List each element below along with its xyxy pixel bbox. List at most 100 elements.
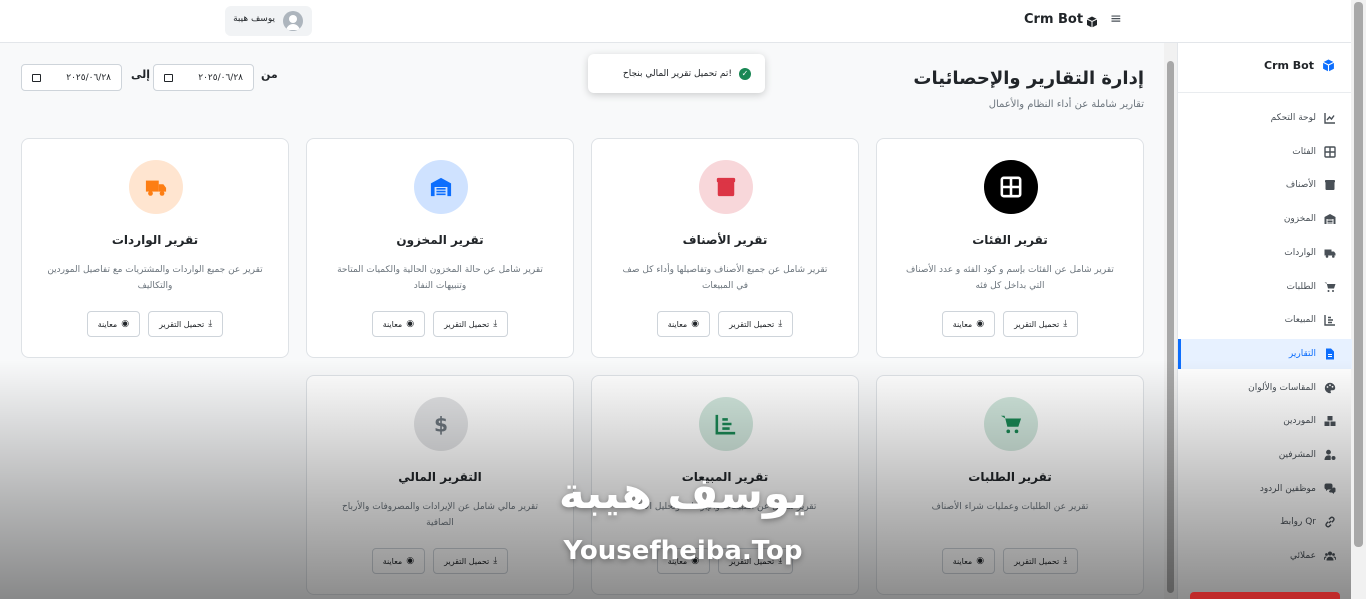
download-button[interactable]: تحميل التقرير ⤓ [148, 311, 224, 337]
sidebar-item-5[interactable]: الطلبات [1178, 272, 1352, 302]
user-gear-icon [1324, 449, 1336, 461]
sales-chart-icon [699, 397, 753, 451]
preview-button[interactable]: معاينة ◉ [86, 311, 141, 337]
preview-button[interactable]: معاينة ◉ [941, 311, 996, 337]
eye-icon: ◉ [976, 319, 985, 329]
sidebar-item-label: لوحة التحكم [1270, 113, 1316, 123]
sidebar-item-label: الموردين [1283, 416, 1316, 427]
toast-message: تم تحميل تقرير المالي بنجاح! [622, 68, 732, 79]
cube-icon [1322, 59, 1335, 72]
sidebar-item-6[interactable]: المبيعات [1178, 305, 1352, 335]
sidebar-item-label: موظفين الردود [1259, 483, 1316, 494]
card-actions: معاينة ◉ تحميل التقرير ⤓ [877, 311, 1143, 337]
card-description: تقرير عن جميع الواردات والمشتريات مع تفا… [47, 265, 263, 291]
sidebar: Crm Bot لوحة التحكم الفئات الأصناف المخزون ا… [1177, 43, 1352, 599]
download-button[interactable]: تحميل التقرير ⤓ [433, 311, 509, 337]
sidebar-item-3[interactable]: المخزون [1178, 204, 1352, 234]
calendar-icon [32, 73, 41, 82]
page-scroll-thumb[interactable] [1354, 2, 1363, 547]
box-icon [699, 160, 753, 214]
card-description: تقرير شامل عن جميع الأصناف وتفاصيلها وأد… [622, 265, 828, 291]
report-card: $ التقرير المالي تقرير مالي شامل عن الإيرا… [306, 375, 574, 595]
card-description: تقرير شامل عن حالة المخزون الحالية والكم… [337, 265, 543, 291]
card-title: تقرير الأصناف [682, 233, 768, 247]
sidebar-item-label: المبيعات [1284, 315, 1316, 326]
download-button[interactable]: تحميل التقرير ⤓ [1003, 311, 1079, 337]
sidebar-item-1[interactable]: الفئات [1178, 137, 1352, 167]
avatar-icon [283, 11, 303, 31]
eye-icon: ◉ [406, 556, 415, 566]
sidebar-item-label: الطلبات [1286, 281, 1316, 292]
top-navbar: يوسف هيبة Crm Bot ≡ [0, 0, 1351, 43]
card-description: تقرير شامل عن الفئات بإسم و كود الفئه و … [906, 265, 1114, 291]
download-button[interactable]: تحميل التقرير ⤓ [1003, 548, 1079, 574]
sidebar-bottom-bar [1190, 592, 1340, 599]
sidebar-item-7[interactable]: التقارير [1178, 338, 1352, 369]
hamburger-icon[interactable]: ≡ [1110, 11, 1122, 27]
page-subtitle: تقارير شاملة عن أداء النظام والأعمال [988, 99, 1144, 110]
boxes-icon [1324, 415, 1336, 427]
sidebar-divider [1178, 92, 1351, 93]
sidebar-item-label: الواردات [1284, 247, 1316, 258]
eye-icon: ◉ [121, 319, 130, 329]
download-label: تحميل التقرير [159, 319, 205, 329]
preview-label: معاينة [382, 556, 403, 566]
sidebar-scrollbar[interactable] [1164, 43, 1177, 599]
sidebar-item-13[interactable]: عملائي [1178, 541, 1352, 571]
user-menu[interactable]: يوسف هيبة [225, 6, 312, 36]
card-description: تقرير مالي شامل عن الإيرادات والمصروفات … [341, 502, 538, 528]
sidebar-item-4[interactable]: الواردات [1178, 238, 1352, 268]
sidebar-item-8[interactable]: المقاسات والألوان [1178, 373, 1352, 403]
report-card: تقرير الأصناف تقرير شامل عن جميع الأصناف … [591, 138, 859, 358]
download-label: تحميل التقرير [444, 556, 490, 566]
card-actions: معاينة ◉ تحميل التقرير ⤓ [22, 311, 288, 337]
page-scrollbar[interactable] [1351, 0, 1366, 599]
sidebar-item-12[interactable]: روابط Qr [1178, 507, 1352, 537]
to-date-input[interactable]: ٢٠٢٥/٠٦/٢٨ [21, 64, 122, 91]
card-actions: معاينة ◉ تحميل التقرير ⤓ [592, 311, 858, 337]
palette-icon [1324, 382, 1336, 394]
sidebar-item-label: الفئات [1292, 146, 1316, 157]
from-date-input[interactable]: ٢٠٢٥/٠٦/٢٨ [153, 64, 254, 91]
report-card: تقرير الواردات تقرير عن جميع الواردات وال… [21, 138, 289, 358]
sidebar-brand[interactable]: Crm Bot [1264, 59, 1335, 72]
preview-button[interactable]: معاينة ◉ [656, 311, 711, 337]
truck-icon [1324, 247, 1336, 259]
download-button[interactable]: تحميل التقرير ⤓ [433, 548, 509, 574]
sidebar-item-0[interactable]: لوحة التحكم [1178, 103, 1352, 133]
from-label: من [261, 68, 278, 81]
to-label: إلى [131, 68, 151, 81]
dollar-icon: $ [414, 397, 468, 451]
card-title: التقرير المالي [398, 470, 482, 484]
preview-button[interactable]: معاينة ◉ [941, 548, 996, 574]
file-report-icon [1324, 348, 1336, 360]
sidebar-item-label: روابط Qr [1280, 517, 1316, 528]
card-actions: معاينة ◉ تحميل التقرير ⤓ [307, 311, 573, 337]
cube-icon [1086, 13, 1098, 28]
preview-button[interactable]: معاينة ◉ [371, 548, 426, 574]
sidebar-item-9[interactable]: الموردين [1178, 406, 1352, 436]
eye-icon: ◉ [976, 556, 985, 566]
from-date-value: ٢٠٢٥/٠٦/٢٨ [198, 72, 243, 83]
sidebar-item-2[interactable]: الأصناف [1178, 170, 1352, 200]
preview-button[interactable]: معاينة ◉ [371, 311, 426, 337]
sidebar-item-label: المخزون [1283, 214, 1316, 225]
report-card: تقرير الطلبات تقرير عن الطلبات وعمليات شر… [876, 375, 1144, 595]
download-label: تحميل التقرير [729, 319, 775, 329]
svg-text:$: $ [434, 413, 448, 435]
box-icon [1324, 179, 1336, 191]
user-name: يوسف هيبة [233, 14, 275, 24]
sidebar-item-label: عملائي [1290, 551, 1316, 562]
sidebar-brand-title: Crm Bot [1264, 59, 1314, 72]
chart-line-icon [1324, 112, 1336, 124]
sidebar-item-10[interactable]: المشرفين [1178, 440, 1352, 470]
sidebar-scroll-thumb[interactable] [1167, 61, 1174, 593]
cart-icon [1324, 281, 1336, 293]
preview-label: معاينة [97, 319, 118, 329]
comments-icon [1324, 483, 1336, 495]
download-button[interactable]: تحميل التقرير ⤓ [718, 311, 794, 337]
to-date-value: ٢٠٢٥/٠٦/٢٨ [66, 72, 111, 83]
download-icon: ⤓ [493, 319, 498, 329]
card-title: تقرير المخزون [396, 233, 484, 247]
sidebar-item-11[interactable]: موظفين الردود [1178, 474, 1352, 504]
